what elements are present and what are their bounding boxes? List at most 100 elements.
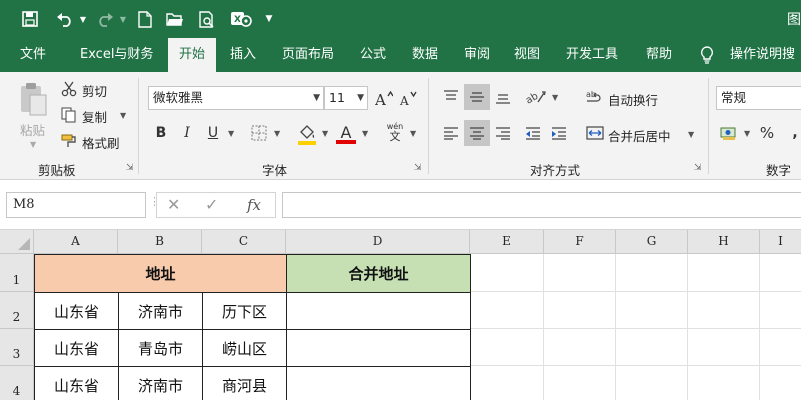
table-cell[interactable]: 济南市 <box>118 292 203 330</box>
cut-button[interactable]: 剪切 <box>82 81 107 100</box>
copy-button[interactable]: 复制 <box>82 107 107 126</box>
wrap-text-icon[interactable]: ab <box>584 86 606 108</box>
column-header-b[interactable]: B <box>118 230 202 254</box>
accounting-format-icon[interactable] <box>718 122 740 144</box>
redo-icon[interactable] <box>92 7 118 31</box>
table-cell[interactable]: 历下区 <box>202 292 287 330</box>
fill-color-icon[interactable] <box>296 122 318 146</box>
grid-cell[interactable] <box>470 254 544 292</box>
orientation-icon[interactable]: ab <box>522 86 548 108</box>
open-folder-icon[interactable] <box>164 7 186 31</box>
column-header-d[interactable]: D <box>286 230 470 254</box>
table-cell[interactable]: 商河县 <box>202 366 287 400</box>
grid-cell[interactable] <box>544 254 616 292</box>
select-all-corner[interactable] <box>0 230 34 254</box>
number-format-select[interactable]: 常规 <box>716 86 801 110</box>
column-header-g[interactable]: G <box>616 230 688 254</box>
grid-cell[interactable] <box>616 292 688 329</box>
grid-cell[interactable] <box>616 254 688 292</box>
alignment-launcher-icon[interactable]: ⇲ <box>694 163 702 173</box>
grid-cell[interactable] <box>688 254 760 292</box>
customize-settings-icon[interactable]: X <box>228 7 254 31</box>
font-name-select[interactable]: 微软雅黑 ▼ <box>148 86 324 110</box>
increase-indent-icon[interactable] <box>548 122 570 144</box>
copy-icon[interactable] <box>60 106 78 124</box>
tab-file[interactable]: 文件 <box>20 38 46 72</box>
column-header-e[interactable]: E <box>470 230 544 254</box>
merge-center-icon[interactable] <box>584 122 606 144</box>
orientation-dropdown-icon[interactable]: ▼ <box>552 93 558 102</box>
row-header-3[interactable]: 3 <box>0 329 34 366</box>
format-painter-button[interactable]: 格式刷 <box>82 133 120 152</box>
font-color-icon[interactable]: A <box>336 120 356 146</box>
align-left-icon[interactable] <box>440 122 462 144</box>
row-header-1[interactable]: 1 <box>0 254 34 292</box>
tab-developer[interactable]: 开发工具 <box>566 38 618 72</box>
undo-dropdown-icon[interactable]: ▼ <box>78 7 88 31</box>
save-icon[interactable] <box>18 7 42 31</box>
merge-center-button[interactable]: 合并后居中 <box>608 126 671 145</box>
enter-check-icon[interactable]: ✓ <box>205 195 218 214</box>
paste-label[interactable]: 粘贴 <box>20 120 45 139</box>
decrease-font-size-icon[interactable]: A <box>398 88 418 108</box>
column-header-h[interactable]: H <box>688 230 760 254</box>
tab-review[interactable]: 审阅 <box>464 38 490 72</box>
grid-cell[interactable] <box>470 292 544 329</box>
print-preview-icon[interactable] <box>196 7 218 31</box>
underline-button[interactable]: U <box>204 122 222 144</box>
new-file-icon[interactable] <box>134 7 156 31</box>
align-middle-icon[interactable] <box>464 84 490 110</box>
column-header-a[interactable]: A <box>34 230 118 254</box>
tell-me-search[interactable]: 操作说明搜 <box>730 38 795 72</box>
copy-dropdown-icon[interactable]: ▼ <box>120 111 126 120</box>
increase-font-size-icon[interactable]: A <box>374 88 394 108</box>
tab-excel-finance[interactable]: Excel与财务 <box>80 38 153 72</box>
insert-function-icon[interactable]: fx <box>247 196 261 214</box>
grid-cell[interactable] <box>544 292 616 329</box>
wrap-text-button[interactable]: 自动换行 <box>608 90 658 109</box>
grid-cell[interactable] <box>688 292 760 329</box>
lightbulb-icon[interactable] <box>700 46 714 68</box>
grid-cell[interactable] <box>688 366 760 400</box>
accounting-dropdown-icon[interactable]: ▼ <box>744 129 750 138</box>
column-header-c[interactable]: C <box>202 230 286 254</box>
cancel-icon[interactable]: ✕ <box>167 195 180 214</box>
redo-dropdown-icon[interactable]: ▼ <box>118 7 128 31</box>
font-color-dropdown-icon[interactable]: ▼ <box>362 129 368 138</box>
phonetic-icon[interactable]: wén 文 <box>384 120 406 144</box>
font-size-select[interactable]: 11 ▼ <box>324 86 368 110</box>
grid-cell[interactable] <box>760 366 801 400</box>
fill-color-dropdown-icon[interactable]: ▼ <box>322 129 328 138</box>
grid-cell[interactable] <box>760 292 801 329</box>
merge-dropdown-icon[interactable]: ▼ <box>688 130 694 139</box>
comma-style-icon[interactable]: , <box>786 124 801 142</box>
header-cell-merged-address[interactable]: 合并地址 <box>286 254 471 293</box>
grid-cell[interactable] <box>470 366 544 400</box>
formula-input[interactable] <box>282 192 801 218</box>
header-cell-address[interactable]: 地址 <box>34 254 287 293</box>
undo-icon[interactable] <box>52 7 78 31</box>
grid-cell[interactable] <box>616 366 688 400</box>
paste-icon[interactable] <box>16 80 50 120</box>
table-cell[interactable]: 青岛市 <box>118 329 203 367</box>
name-box[interactable]: M8 <box>6 192 146 218</box>
clipboard-launcher-icon[interactable]: ⇲ <box>126 163 134 173</box>
align-right-icon[interactable] <box>492 122 514 144</box>
grid-cell[interactable] <box>470 329 544 366</box>
tab-data[interactable]: 数据 <box>412 38 438 72</box>
tab-home[interactable]: 开始 <box>168 38 217 72</box>
table-cell[interactable]: 山东省 <box>34 366 119 400</box>
table-cell[interactable]: 山东省 <box>34 292 119 330</box>
underline-dropdown-icon[interactable]: ▼ <box>228 129 234 138</box>
borders-icon[interactable] <box>248 123 270 143</box>
table-cell[interactable]: 济南市 <box>118 366 203 400</box>
tab-formulas[interactable]: 公式 <box>360 38 386 72</box>
phonetic-dropdown-icon[interactable]: ▼ <box>410 129 416 138</box>
borders-dropdown-icon[interactable]: ▼ <box>274 129 280 138</box>
tab-page-layout[interactable]: 页面布局 <box>282 38 334 72</box>
column-header-f[interactable]: F <box>544 230 616 254</box>
table-cell-merged[interactable] <box>286 292 471 330</box>
align-bottom-icon[interactable] <box>492 86 514 108</box>
grid-cell[interactable] <box>544 329 616 366</box>
column-header-i[interactable]: I <box>760 230 801 254</box>
